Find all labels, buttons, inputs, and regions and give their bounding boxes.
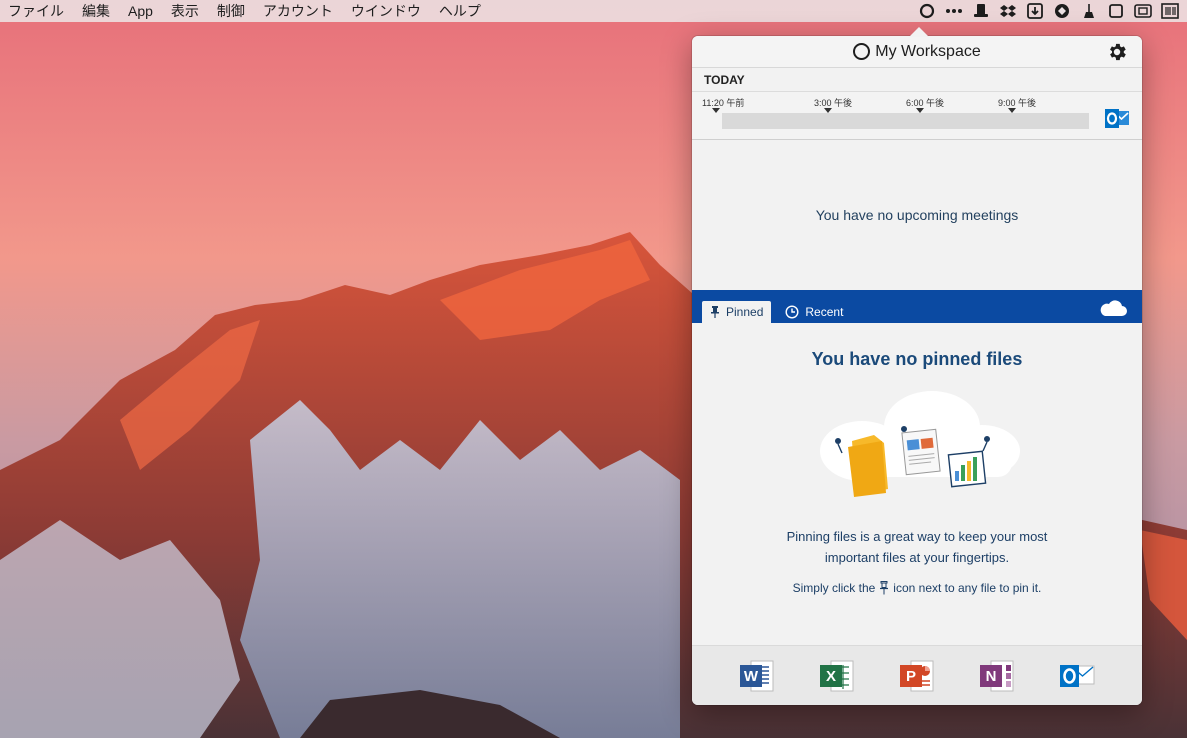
workspace-ring-icon (853, 43, 871, 60)
popover-title: My Workspace (853, 43, 981, 61)
powerpoint-icon[interactable]: P (898, 657, 936, 695)
word-icon[interactable]: W (738, 657, 776, 695)
tab-recent-label: Recent (805, 305, 844, 319)
outlook-icon[interactable] (1104, 108, 1130, 130)
workspace-popover: My Workspace TODAY 11:20 午前 3:00 午後 6:00… (692, 36, 1142, 705)
no-pinned-files-title: You have no pinned files (811, 349, 1023, 369)
pin-icon (711, 306, 719, 318)
top-hat-icon[interactable] (967, 0, 994, 22)
more-icon[interactable] (940, 0, 967, 22)
clock-icon (785, 305, 799, 319)
menu-control[interactable]: 制御 (208, 0, 254, 22)
today-label: TODAY (692, 68, 1142, 92)
pinned-description-line1: Pinning files is a great way to keep you… (786, 529, 1048, 544)
timeline-tick: 9:00 午後 (998, 96, 1037, 113)
pinned-files-panel: You have no pinned files Pinning files i… (692, 323, 1142, 645)
pinned-hint: Simply click the icon next to any file t… (692, 581, 1142, 595)
svg-text:N: N (986, 668, 997, 685)
outlook-icon[interactable] (1058, 657, 1096, 695)
menu-bar: ファイル 編集 App 表示 制御 アカウント ウインドウ ヘルプ (0, 0, 1187, 22)
tab-pinned-label: Pinned (726, 305, 764, 319)
tab-recent[interactable]: Recent (777, 301, 851, 323)
status-tray (913, 0, 1187, 22)
pinned-hint-after: icon next to any file to pin it. (893, 581, 1042, 595)
timeline-tick: 6:00 午後 (906, 96, 945, 113)
timeline-bar (722, 113, 1089, 129)
pin-icon (880, 581, 889, 595)
gear-icon[interactable] (1106, 41, 1128, 63)
broom-icon[interactable] (1075, 0, 1102, 22)
screenshot-icon[interactable] (1129, 0, 1156, 22)
calendar-timeline[interactable]: 11:20 午前 3:00 午後 6:00 午後 9:00 午後 (692, 92, 1142, 140)
menu-account[interactable]: アカウント (254, 0, 342, 22)
menu-view[interactable]: 表示 (162, 0, 208, 22)
timeline-tick-label: 6:00 午後 (906, 98, 945, 108)
menu-app[interactable]: App (119, 0, 162, 22)
popover-header: My Workspace (692, 36, 1142, 68)
barcode-icon[interactable] (1156, 0, 1183, 22)
menu-window[interactable]: ウインドウ (342, 0, 430, 22)
excel-icon[interactable]: X (818, 657, 856, 695)
timeline-tick-label: 11:20 午前 (702, 98, 745, 108)
timeline-tick: 11:20 午前 (702, 96, 745, 113)
svg-text:W: W (744, 668, 759, 685)
timeline-tick-label: 3:00 午後 (814, 98, 853, 108)
popover-caret (909, 27, 929, 37)
dropbox-icon[interactable] (994, 0, 1021, 22)
popover-title-text: My Workspace (875, 42, 981, 60)
onenote-icon[interactable]: N (978, 657, 1016, 695)
pinned-files-illustration (820, 391, 1020, 497)
files-tab-bar: Pinned Recent (692, 290, 1142, 323)
vpn-icon[interactable] (1048, 0, 1075, 22)
menu-edit[interactable]: 編集 (73, 0, 119, 22)
tab-pinned[interactable]: Pinned (702, 301, 772, 323)
pinned-description-line2: important files at your fingertips. (824, 550, 1010, 565)
timeline-tick: 3:00 午後 (814, 96, 853, 113)
office-apps-bar: W X P N (692, 645, 1142, 705)
pinned-description: Pinning files is a great way to keep you… (692, 526, 1142, 568)
window-icon[interactable] (1102, 0, 1129, 22)
svg-text:P: P (906, 668, 916, 685)
workspace-ring-icon[interactable] (913, 0, 940, 22)
timeline-tick-label: 9:00 午後 (998, 98, 1037, 108)
download-icon[interactable] (1021, 0, 1048, 22)
menu-file[interactable]: ファイル (0, 0, 73, 22)
pinned-hint-before: Simply click the (792, 581, 876, 595)
no-meetings-message: You have no upcoming meetings (692, 140, 1142, 290)
svg-text:X: X (826, 668, 836, 685)
onedrive-cloud-icon[interactable] (1098, 298, 1128, 318)
menu-help[interactable]: ヘルプ (430, 0, 490, 22)
